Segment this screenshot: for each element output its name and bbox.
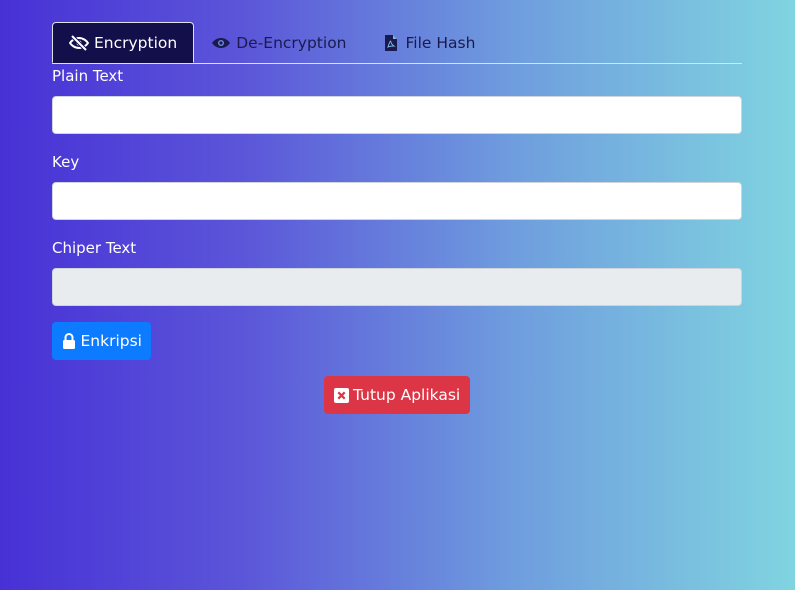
close-app-button-label: Tutup Aplikasi: [353, 386, 461, 404]
tab-encryption[interactable]: Encryption: [52, 22, 195, 63]
cipher-text-label: Chiper Text: [52, 239, 137, 257]
close-app-button[interactable]: Tutup Aplikasi: [324, 376, 470, 414]
plain-text-label: Plain Text: [52, 67, 124, 85]
lock-icon: [61, 333, 77, 349]
tab-label: De-Encryption: [236, 33, 347, 52]
tab-label: File Hash: [405, 33, 476, 52]
encrypt-button[interactable]: Enkripsi: [52, 322, 151, 360]
encrypt-button-label: Enkripsi: [80, 332, 143, 350]
tab-label: Encryption: [94, 33, 178, 52]
close-square-icon: [333, 387, 349, 403]
key-input[interactable]: [52, 182, 742, 220]
key-label: Key: [52, 153, 80, 171]
tab-file-hash[interactable]: File Hash: [364, 22, 493, 63]
tab-bar: Encryption De-Encryption File Hash: [52, 22, 742, 64]
plain-text-input[interactable]: [52, 96, 742, 134]
eye-slash-icon: [69, 34, 89, 51]
file-pdf-icon: [381, 34, 401, 51]
eye-icon: [211, 35, 231, 51]
cipher-text-output: [52, 268, 742, 306]
tab-de-encryption[interactable]: De-Encryption: [194, 22, 363, 63]
